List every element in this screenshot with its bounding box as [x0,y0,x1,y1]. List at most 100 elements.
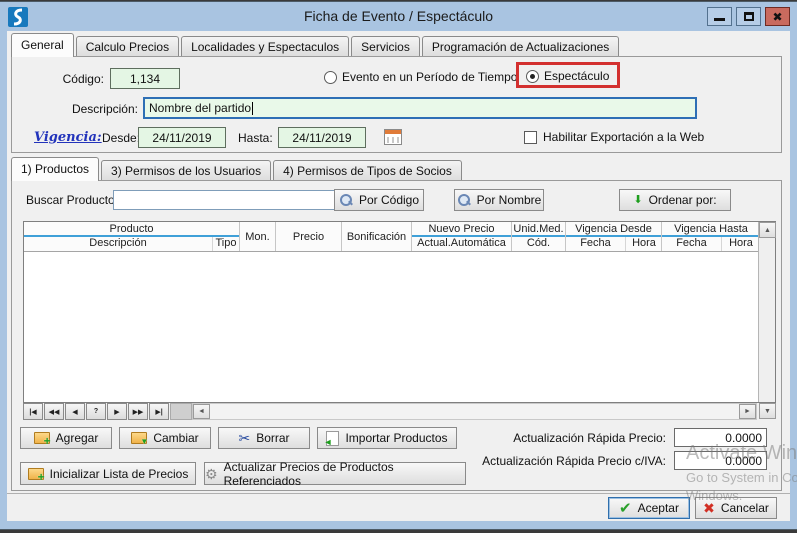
products-panel: Buscar Producto: Por Código Por Nombre ⬇… [11,180,782,491]
nav-fast-next-button[interactable]: ▶▶ [128,403,148,420]
rapida-precio-label: Actualización Rápida Precio: [432,431,666,445]
aceptar-button[interactable]: ✔ Aceptar [608,497,690,519]
titlebar[interactable]: Ficha de Evento / Espectáculo ✖ [0,2,797,31]
habilitar-checkbox-row[interactable]: Habilitar Exportación a la Web [524,130,704,144]
descripcion-field[interactable]: Nombre del partido [143,97,697,119]
rapida-iva-field[interactable]: 0.0000 [674,451,767,470]
actualizar-referenciados-button[interactable]: ⚙ Actualizar Precios de Productos Refere… [204,462,466,485]
header-hora-hasta[interactable]: Hora [722,237,760,251]
radio-espectaculo-label: Espectáculo [544,69,609,83]
radio-evento-periodo-label: Evento en un Período de Tiempo [342,70,517,84]
header-precio[interactable]: Precio [276,222,342,251]
header-cod[interactable]: Cód. [512,237,565,251]
grid-vertical-scrollbar[interactable]: ▲ [758,222,775,402]
grid-navigator: |◀ ◀◀ ◀ ? ▶ ▶▶ ▶| ◄ ► ▼ [23,403,776,421]
nav-first-button[interactable]: |◀ [23,403,43,420]
codigo-label: Código: [42,72,104,86]
sort-down-icon: ⬇ [633,195,642,206]
column-vigencia-desde[interactable]: Vigencia Desde Fecha Hora [566,222,662,251]
column-producto[interactable]: Producto Descripción Tipo [24,222,240,251]
folder-add-icon [28,468,44,480]
header-actual-automatica[interactable]: Actual.Automática [412,237,511,251]
folder-add-icon [34,432,50,444]
close-button[interactable]: ✖ [765,7,790,26]
main-tab-strip: General Calculo Precios Localidades y Es… [11,33,621,57]
dialog-content: General Calculo Precios Localidades y Es… [7,31,790,521]
nav-last-button[interactable]: ▶| [149,403,169,420]
maximize-button[interactable] [736,7,761,26]
vigencia-label: Vigencia: [34,130,102,145]
scroll-right-icon[interactable]: ► [739,404,756,419]
window-title: Ficha de Evento / Espectáculo [0,2,797,31]
aceptar-label: Aceptar [638,501,679,515]
header-bonificacion[interactable]: Bonificación [342,222,412,251]
hasta-field[interactable]: 24/11/2019 [278,127,366,148]
tab-servicios[interactable]: Servicios [351,36,420,57]
codigo-field[interactable]: 1,134 [110,68,180,89]
tab-productos[interactable]: 1) Productos [11,157,99,181]
tab-permisos-usuarios[interactable]: 3) Permisos de los Usuarios [101,160,271,181]
desde-field[interactable]: 24/11/2019 [138,127,226,148]
header-tipo[interactable]: Tipo [213,237,239,251]
scroll-down-icon[interactable]: ▼ [759,403,776,419]
header-descripcion[interactable]: Descripción [24,237,213,251]
rapida-precio-field[interactable]: 0.0000 [674,428,767,447]
cancelar-button[interactable]: ✖ Cancelar [695,497,777,519]
nav-next-button[interactable]: ▶ [107,403,127,420]
header-vigencia-desde[interactable]: Vigencia Desde [566,222,661,237]
header-nuevo-precio[interactable]: Nuevo Precio [412,222,511,237]
column-nuevo-precio[interactable]: Nuevo Precio Actual.Automática [412,222,512,251]
ordenar-por-button[interactable]: ⬇ Ordenar por: [619,189,731,211]
buscar-producto-input[interactable] [113,190,335,210]
header-fecha-desde[interactable]: Fecha [566,237,626,251]
grid-body[interactable] [24,252,758,402]
folder-edit-icon [131,432,147,444]
header-mon[interactable]: Mon. [240,222,276,251]
window-controls: ✖ [707,7,790,26]
header-vigencia-hasta[interactable]: Vigencia Hasta [662,222,760,237]
column-vigencia-hasta[interactable]: Vigencia Hasta Fecha Hora [662,222,760,251]
inicializar-lista-button[interactable]: Inicializar Lista de Precios [20,462,196,485]
borrar-button[interactable]: ✂ Borrar [218,427,310,449]
cambiar-label: Cambiar [153,431,198,445]
grid-horizontal-scrollbar[interactable]: ◄ ► [192,403,757,420]
por-codigo-label: Por Código [359,193,419,207]
column-unid-med[interactable]: Unid.Med. Cód. [512,222,566,251]
habilitar-label: Habilitar Exportación a la Web [543,130,704,144]
tab-permisos-socios[interactable]: 4) Permisos de Tipos de Socios [273,160,462,181]
search-icon [457,193,471,207]
minimize-button[interactable] [707,7,732,26]
header-hora-desde[interactable]: Hora [626,237,662,251]
radio-espectaculo[interactable]: Espectáculo [526,69,609,83]
por-codigo-button[interactable]: Por Código [334,189,424,211]
header-producto[interactable]: Producto [24,222,239,237]
gears-icon: ⚙ [205,467,218,481]
descripcion-label: Descripción: [52,102,138,116]
tab-programacion[interactable]: Programación de Actualizaciones [422,36,619,57]
descripcion-value: Nombre del partido [149,101,251,115]
tab-localidades[interactable]: Localidades y Espectaculos [181,36,349,57]
radio-evento-periodo[interactable]: Evento en un Período de Tiempo [324,70,517,84]
scroll-up-icon[interactable]: ▲ [759,222,776,238]
calendar-icon[interactable] [384,129,402,145]
cambiar-button[interactable]: Cambiar [119,427,211,449]
cancelar-label: Cancelar [721,501,769,515]
tab-general[interactable]: General [11,33,74,57]
check-icon: ✔ [619,501,632,516]
por-nombre-label: Por Nombre [477,193,542,207]
checkbox-unchecked-icon [524,131,537,144]
close-icon: ✖ [772,11,782,23]
nav-search-button[interactable]: ? [86,403,106,420]
dialog-window: Ficha de Evento / Espectáculo ✖ General … [0,2,797,529]
tab-calculo-precios[interactable]: Calculo Precios [76,36,179,57]
hscroll-thumb[interactable] [170,403,192,420]
cross-icon: ✖ [703,501,715,515]
scroll-left-icon[interactable]: ◄ [193,404,210,419]
nav-fast-prev-button[interactable]: ◀◀ [44,403,64,420]
por-nombre-button[interactable]: Por Nombre [454,189,544,211]
agregar-button[interactable]: Agregar [20,427,112,449]
nav-prev-button[interactable]: ◀ [65,403,85,420]
header-fecha-hasta[interactable]: Fecha [662,237,722,251]
actualizar-referenciados-label: Actualizar Precios de Productos Referenc… [224,460,465,488]
header-unid-med[interactable]: Unid.Med. [512,222,565,237]
